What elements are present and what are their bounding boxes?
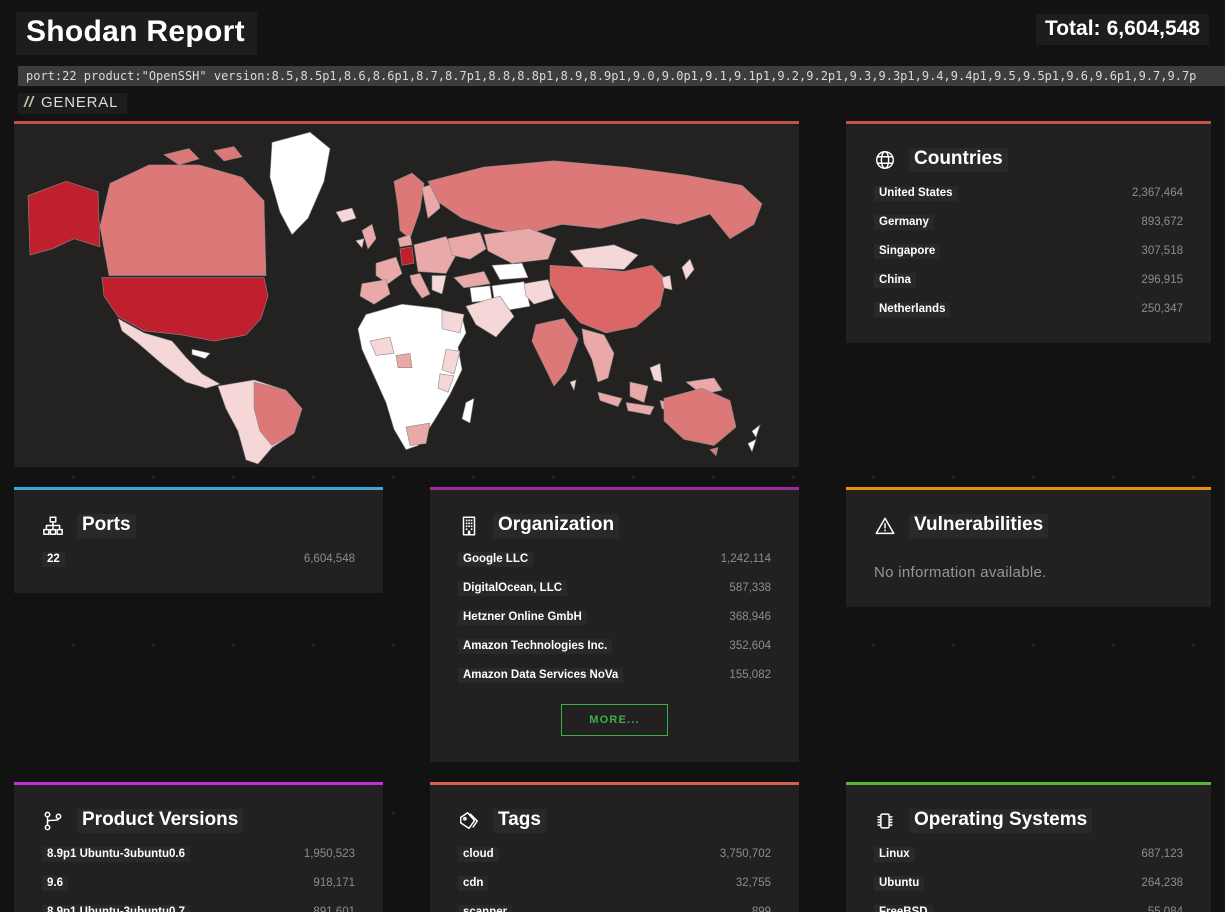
table-row: United States 2,367,464 [874, 186, 1183, 201]
table-row: FreeBSD 55,084 [874, 905, 1183, 912]
sitemap-icon [42, 515, 64, 537]
table-row: Google LLC 1,242,114 [458, 552, 771, 567]
tags-title: Tags [458, 809, 771, 833]
table-row: China 296,915 [874, 273, 1183, 288]
version-value: 1,950,523 [304, 848, 355, 860]
product-versions-title: Product Versions [42, 809, 355, 833]
port-value: 6,604,548 [304, 553, 355, 565]
operating-systems-title: Operating Systems [874, 809, 1183, 833]
section-label: GENERAL [41, 94, 118, 111]
country-label[interactable]: United States [874, 186, 958, 201]
table-row: Hetzner Online GmbH 368,946 [458, 610, 771, 625]
country-label[interactable]: Netherlands [874, 302, 950, 317]
os-value: 687,123 [1141, 848, 1183, 860]
os-label[interactable]: Ubuntu [874, 876, 924, 891]
table-row: Amazon Technologies Inc. 352,604 [458, 639, 771, 654]
country-label[interactable]: China [874, 273, 916, 288]
table-row: scanner 899 [458, 905, 771, 912]
org-label[interactable]: DigitalOcean, LLC [458, 581, 567, 596]
organization-title: Organization [458, 514, 771, 538]
table-row: Ubuntu 264,238 [874, 876, 1183, 891]
org-label[interactable]: Amazon Technologies Inc. [458, 639, 612, 654]
tags-panel: Tags cloud 3,750,702 cdn 32,755 scanner 899 [430, 782, 799, 912]
section-prefix: // [24, 94, 34, 111]
tag-label[interactable]: cloud [458, 847, 499, 862]
country-value: 307,518 [1141, 245, 1183, 257]
vulnerabilities-title: Vulnerabilities [874, 514, 1183, 538]
more-button[interactable]: MORE... [561, 704, 668, 736]
search-query-bar: port:22 product:"OpenSSH" version:8.5,8.… [18, 66, 1225, 86]
product-versions-panel: Product Versions 8.9p1 Ubuntu-3ubuntu0.6… [14, 782, 383, 912]
table-row: cdn 32,755 [458, 876, 771, 891]
building-icon [458, 515, 480, 537]
table-row: Singapore 307,518 [874, 244, 1183, 259]
version-label[interactable]: 8.9p1 Ubuntu-3ubuntu0.7 [42, 905, 190, 912]
country-value: 250,347 [1141, 303, 1183, 315]
tag-label[interactable]: scanner [458, 905, 512, 912]
version-label[interactable]: 9.6 [42, 876, 68, 891]
org-value: 587,338 [729, 582, 771, 594]
table-row: Linux 687,123 [874, 847, 1183, 862]
table-row: 9.6 918,171 [42, 876, 355, 891]
warning-icon [874, 515, 896, 537]
header: Shodan Report Total: 6,604,548 [0, 0, 1225, 57]
table-row: Germany 893,672 [874, 215, 1183, 230]
org-label[interactable]: Hetzner Online GmbH [458, 610, 587, 625]
table-row: Netherlands 250,347 [874, 302, 1183, 317]
org-label[interactable]: Amazon Data Services NoVa [458, 668, 623, 683]
tag-label[interactable]: cdn [458, 876, 488, 891]
country-value: 2,367,464 [1132, 187, 1183, 199]
total-counter: Total: 6,604,548 [1036, 14, 1209, 45]
report-grid: Countries United States 2,367,464 Germany… [14, 121, 1211, 912]
country-label[interactable]: Singapore [874, 244, 940, 259]
port-label[interactable]: 22 [42, 552, 65, 567]
total-label: Total: [1045, 17, 1101, 40]
ports-title: Ports [42, 514, 355, 538]
country-value: 893,672 [1141, 216, 1183, 228]
operating-systems-panel: Operating Systems Linux 687,123 Ubuntu 264… [846, 782, 1211, 912]
table-row: DigitalOcean, LLC 587,338 [458, 581, 771, 596]
os-value: 55,084 [1148, 906, 1183, 912]
tag-value: 899 [752, 906, 771, 912]
countries-panel: Countries United States 2,367,464 Germany… [846, 121, 1211, 343]
countries-title: Countries [874, 148, 1183, 172]
version-value: 918,171 [313, 877, 355, 889]
section-heading: // GENERAL [18, 93, 1225, 114]
table-row: Amazon Data Services NoVa 155,082 [458, 668, 771, 683]
organization-panel: Organization Google LLC 1,242,114 Digital… [430, 487, 799, 762]
os-label[interactable]: FreeBSD [874, 905, 933, 912]
os-value: 264,238 [1141, 877, 1183, 889]
org-value: 1,242,114 [721, 553, 771, 565]
version-value: 891,601 [313, 906, 355, 912]
version-label[interactable]: 8.9p1 Ubuntu-3ubuntu0.6 [42, 847, 190, 862]
table-row: 8.9p1 Ubuntu-3ubuntu0.6 1,950,523 [42, 847, 355, 862]
country-value: 296,915 [1141, 274, 1183, 286]
empty-state-text: No information available. [874, 564, 1183, 581]
org-value: 352,604 [729, 640, 771, 652]
globe-icon [874, 149, 896, 171]
org-value: 368,946 [729, 611, 771, 623]
org-label[interactable]: Google LLC [458, 552, 533, 567]
country-label[interactable]: Germany [874, 215, 934, 230]
vulnerabilities-panel: Vulnerabilities No information available… [846, 487, 1211, 607]
world-map-panel [14, 121, 799, 467]
page-title: Shodan Report [16, 12, 257, 55]
tag-value: 32,755 [736, 877, 771, 889]
table-row: 22 6,604,548 [42, 552, 355, 567]
tag-value: 3,750,702 [720, 848, 771, 860]
os-label[interactable]: Linux [874, 847, 915, 862]
world-map [14, 124, 799, 467]
versions-icon [42, 810, 64, 832]
total-value: 6,604,548 [1107, 17, 1200, 40]
more-wrap: MORE... [458, 704, 771, 736]
table-row: cloud 3,750,702 [458, 847, 771, 862]
chip-icon [874, 810, 896, 832]
tags-icon [458, 810, 480, 832]
table-row: 8.9p1 Ubuntu-3ubuntu0.7 891,601 [42, 905, 355, 912]
org-value: 155,082 [729, 669, 771, 681]
ports-panel: Ports 22 6,604,548 [14, 487, 383, 593]
